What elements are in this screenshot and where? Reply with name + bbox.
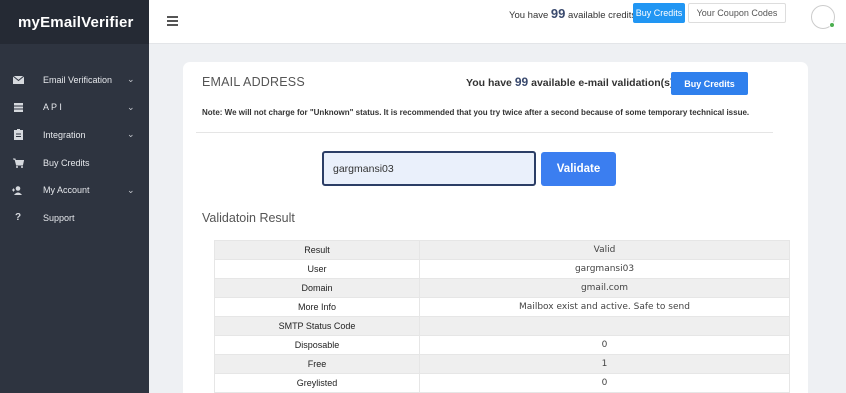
topbar-buy-credits-button[interactable]: Buy Credits [633,3,685,23]
result-key: Greylisted [214,373,420,393]
table-row: More Info Mailbox exist and active. Safe… [214,297,790,317]
sidebar-item-label: Email Verification [43,74,113,85]
cart-icon [11,157,25,169]
table-row: Free 1 [214,354,790,374]
sidebar-item-buy-credits[interactable]: Buy Credits [0,149,149,177]
card-credits: You have 99 available e-mail validation(… [466,75,676,89]
topbar: You have 99 available credits. Buy Credi… [149,0,846,44]
envelope-icon [11,74,25,86]
sidebar-item-support[interactable]: ? Support [0,204,149,232]
sidebar-item-label: Support [43,212,75,223]
result-key: Disposable [214,335,420,355]
avatar-image [816,14,832,20]
sidebar-item-label: A P I [43,102,62,113]
question-icon: ? [14,212,22,224]
user-add-icon [11,184,25,196]
credits-count: 99 [514,75,529,89]
coupon-codes-button[interactable]: Your Coupon Codes [688,3,786,23]
result-key: Domain [214,278,420,298]
email-validation-card: EMAIL ADDRESS You have 99 available e-ma… [183,62,808,393]
sidebar-item-label: Buy Credits [43,157,90,168]
result-value [419,316,790,336]
sidebar-item-email-verification[interactable]: Email Verification ⌄ [0,66,149,94]
validate-button[interactable]: Validate [541,152,616,186]
table-row: Disposable 0 [214,335,790,355]
domain-link[interactable]: gmail.com [419,278,790,298]
table-row: SMTP Status Code [214,316,790,336]
credits-count: 99 [550,6,566,21]
table-row: Domain gmail.com [214,278,790,298]
sidebar-item-my-account[interactable]: My Account ⌄ [0,176,149,204]
table-row: Result Valid [214,240,790,260]
result-key: User [214,259,420,279]
credits-prefix: You have [509,10,549,21]
buy-credits-button[interactable]: Buy Credits [671,72,748,95]
sidebar-item-api[interactable]: A P I ⌄ [0,94,149,122]
credits-prefix: You have [466,77,512,89]
chevron-down-icon: ⌄ [127,74,135,85]
result-value: 0 [419,335,790,355]
result-key: Free [214,354,420,374]
sidebar: myEmailVerifier Email Verification ⌄ A P… [0,0,149,393]
charge-note: Note: We will not charge for "Unknown" s… [202,108,750,117]
table-row: Greylisted 0 [214,373,790,393]
sidebar-nav: Email Verification ⌄ A P I ⌄ Integration… [0,66,149,232]
chevron-down-icon: ⌄ [127,129,135,140]
chevron-down-icon: ⌄ [127,184,135,195]
online-status-dot [829,22,835,28]
result-value: 0 [419,373,790,393]
result-value: Valid [419,240,790,260]
result-key: Result [214,240,420,260]
sidebar-item-label: Integration [43,129,86,140]
sidebar-item-integration[interactable]: Integration ⌄ [0,121,149,149]
clipboard-icon [11,129,25,141]
chevron-down-icon: ⌄ [127,101,135,112]
topbar-credits: You have 99 available credits. [509,6,639,22]
result-title: Validatoin Result [202,211,295,225]
divider [196,132,773,133]
menu-toggle-icon[interactable] [167,16,178,26]
result-key: SMTP Status Code [214,316,420,336]
result-table: Result Valid User gargmansi03 Domain gma… [214,240,790,393]
sidebar-item-label: My Account [43,185,90,196]
email-input[interactable] [322,151,536,186]
result-value: 1 [419,354,790,374]
credits-suffix: available credits. [568,10,639,21]
avatar[interactable] [811,5,835,29]
server-icon [11,101,25,113]
result-value: gargmansi03 [419,259,790,279]
brand-logo[interactable]: myEmailVerifier [0,0,149,44]
credits-suffix: available e-mail validation(s). [531,77,677,89]
result-key: More Info [214,297,420,317]
result-value: Mailbox exist and active. Safe to send [419,297,790,317]
card-title: EMAIL ADDRESS [202,75,305,89]
table-row: User gargmansi03 [214,259,790,279]
